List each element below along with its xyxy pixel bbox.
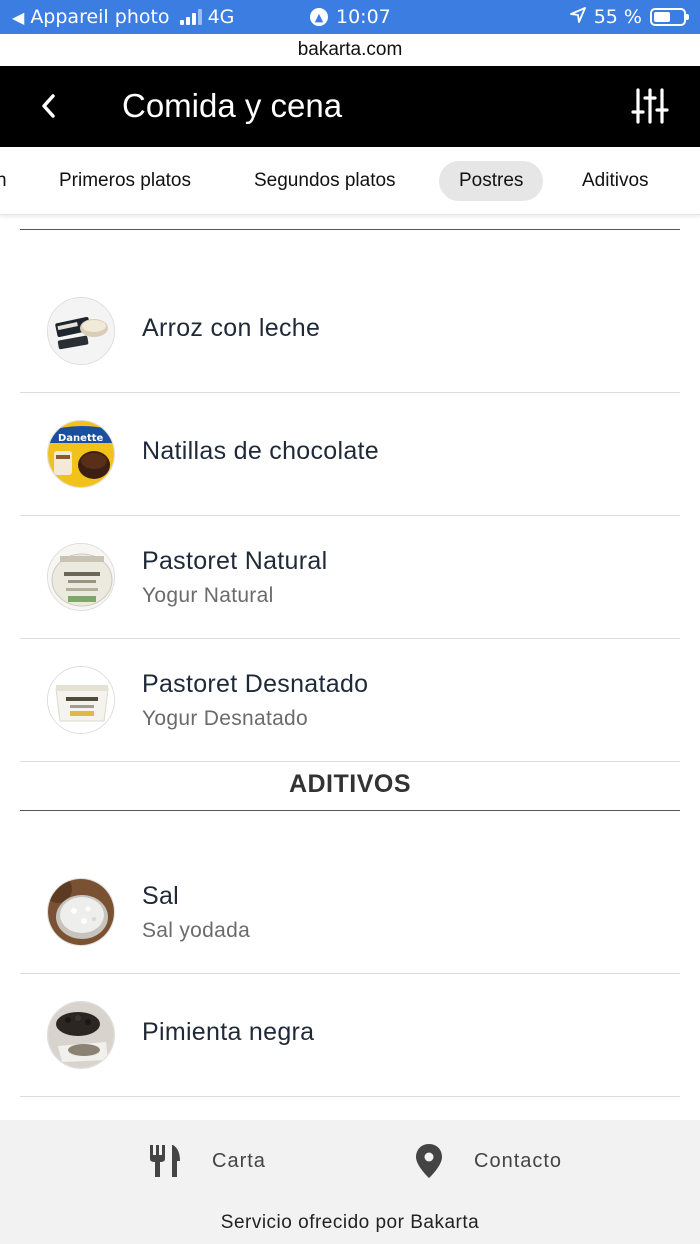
item-name: Natillas de chocolate (142, 437, 379, 465)
page-title: Comida y cena (122, 87, 343, 124)
location-arrow-icon (569, 6, 586, 28)
back-button[interactable] (30, 86, 66, 126)
list-item[interactable]: Pastoret Natural Yogur Natural (20, 516, 680, 639)
chevron-left-icon (42, 94, 55, 118)
app-header: Comida y cena (0, 66, 700, 147)
footer-carta-link[interactable]: Carta (148, 1140, 266, 1182)
footer-contacto-link[interactable]: Contacto (414, 1140, 562, 1182)
status-left: ◀ Appareil photo 4G (12, 6, 234, 28)
fork-knife-icon (150, 1145, 180, 1177)
status-right: 55 % (569, 6, 689, 28)
arroz-con-leche-thumbnail (47, 297, 115, 365)
sliders-icon (631, 88, 669, 124)
status-center: ▲ 10:07 (310, 6, 391, 28)
category-tabs: n Primeros platos Segundos platos Postre… (0, 147, 700, 215)
item-subtitle: Yogur Natural (142, 584, 274, 607)
natillas-de-chocolate-thumbnail: Danette (47, 420, 115, 488)
status-time: 10:07 (336, 6, 391, 28)
location-lock-icon: ▲ (310, 8, 328, 26)
list-item[interactable]: Arroz con leche (20, 270, 680, 393)
sal-thumbnail (47, 878, 115, 946)
status-bar: ◀ Appareil photo 4G ▲ 10:07 55 % (0, 0, 700, 34)
network-label: 4G (207, 6, 235, 28)
list-item[interactable]: Pimienta negra (20, 974, 680, 1097)
item-name: Sal (142, 882, 180, 910)
tab-postres[interactable]: Postres (439, 161, 544, 201)
pastoret-desnatado-thumbnail (47, 666, 115, 734)
item-subtitle: Sal yodada (142, 919, 251, 942)
tab-aditivos[interactable]: Aditivos (582, 161, 649, 201)
list-item[interactable]: Pastoret Desnatado Yogur Desnatado (20, 639, 680, 762)
item-subtitle: Yogur Desnatado (142, 707, 309, 730)
item-name: Pastoret Natural (142, 547, 328, 575)
back-to-app-icon[interactable]: ◀ (12, 8, 24, 27)
tab-partial[interactable]: n (0, 161, 7, 201)
battery-percent: 55 % (593, 6, 642, 28)
footer-contacto-label: Contacto (474, 1149, 563, 1172)
list-item[interactable]: Sal Sal yodada (20, 851, 680, 974)
footer-credit: Servicio ofrecido por Bakarta (220, 1212, 480, 1233)
list-item[interactable]: Danette Natillas de chocolate (20, 393, 680, 516)
section-divider (20, 810, 680, 811)
footer: Carta Contacto Servicio ofrecido por Bak… (0, 1120, 700, 1244)
footer-carta-label: Carta (212, 1149, 266, 1172)
svg-text:Danette: Danette (58, 433, 104, 444)
pastoret-natural-thumbnail (47, 543, 115, 611)
item-name: Pastoret Desnatado (142, 670, 369, 698)
tab-primeros-platos[interactable]: Primeros platos (59, 161, 191, 201)
url-bar[interactable]: bakarta.com (0, 34, 700, 66)
item-name: Pimienta negra (142, 1018, 315, 1046)
section-divider (20, 229, 680, 230)
filter-button[interactable] (630, 86, 670, 126)
battery-icon (650, 8, 689, 26)
pimienta-negra-thumbnail (47, 1001, 115, 1069)
signal-icon (179, 9, 202, 25)
map-pin-icon (416, 1144, 442, 1178)
back-app-label[interactable]: Appareil photo (30, 6, 169, 28)
section-title-aditivos: ADITIVOS (288, 770, 412, 798)
tab-segundos-platos[interactable]: Segundos platos (254, 161, 396, 201)
item-name: Arroz con leche (142, 314, 321, 342)
